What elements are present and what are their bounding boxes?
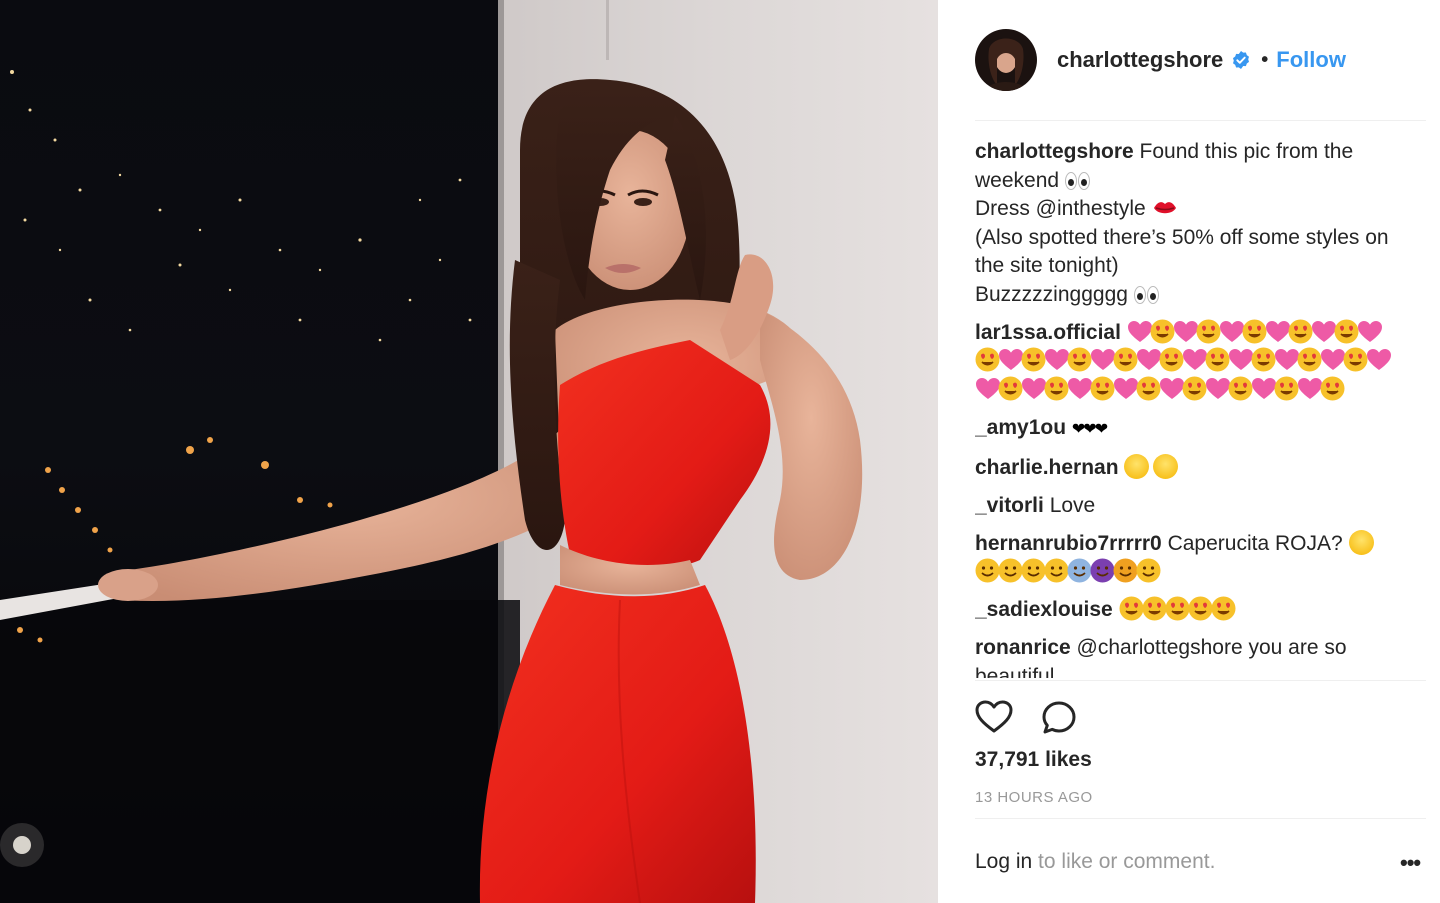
heart-eyes-emoji-row xyxy=(1119,596,1236,621)
comment-username[interactable]: hernanrubio7rrrrr0 xyxy=(975,532,1162,555)
caption-username[interactable]: charlottegshore xyxy=(975,140,1134,163)
comment-row: ronanrice @charlottegshore you are so be… xyxy=(975,634,1415,678)
eyes-emoji xyxy=(1133,284,1162,304)
kiss-lips-emoji xyxy=(1153,202,1176,214)
action-bar xyxy=(975,700,1077,734)
comment-username[interactable]: _vitorli xyxy=(975,494,1044,517)
login-prompt-text: to like or comment. xyxy=(1032,850,1216,873)
comment-username[interactable]: lar1ssa.official xyxy=(975,321,1121,344)
comment-icon[interactable] xyxy=(1041,700,1077,736)
caption: charlottegshore Found this pic from the … xyxy=(975,138,1415,309)
more-options-icon[interactable]: ••• xyxy=(1400,850,1421,876)
divider xyxy=(975,120,1426,121)
comment-username[interactable]: _amy1ou xyxy=(975,416,1066,439)
comment-username[interactable]: ronanrice xyxy=(975,636,1071,659)
divider xyxy=(975,680,1426,681)
login-link[interactable]: Log in xyxy=(975,850,1032,873)
post-header: charlottegshore • Follow xyxy=(975,28,1425,92)
like-count[interactable]: 37,791 likes xyxy=(975,748,1092,772)
follow-button[interactable]: Follow xyxy=(1276,47,1346,73)
comment-username[interactable]: charlie.hernan xyxy=(975,456,1119,479)
laughing-emoji xyxy=(1348,529,1374,555)
comment-text: ❤❤❤ xyxy=(1071,420,1108,438)
author-username[interactable]: charlottegshore xyxy=(1057,47,1223,73)
comment-text: Caperucita ROJA? xyxy=(1167,531,1343,555)
post-view: charlottegshore • Follow charlottegshore… xyxy=(0,0,1440,903)
comment-row: charlie.hernan xyxy=(975,453,1415,483)
caption-dress-line: Dress @inthestyle xyxy=(975,197,1146,220)
comments-list[interactable]: charlottegshore Found this pic from the … xyxy=(975,138,1415,678)
caption-buzz-line: Buzzzzzinggggg xyxy=(975,282,1128,306)
login-prompt: Log in to like or comment. xyxy=(975,850,1215,874)
comment-row: _amy1ou ❤❤❤ xyxy=(975,414,1415,445)
caption-sale-line: (Also spotted there’s 50% off some style… xyxy=(975,225,1389,278)
emoji-row xyxy=(975,558,1415,587)
avatar[interactable] xyxy=(975,29,1037,91)
comment-row: hernanrubio7rrrrr0 Caperucita ROJA? xyxy=(975,529,1415,587)
post-sidebar: charlottegshore • Follow charlottegshore… xyxy=(938,0,1440,903)
verified-badge-icon xyxy=(1233,51,1250,69)
comment-row: _sadiexlouise xyxy=(975,596,1415,625)
eyes-emoji xyxy=(1064,170,1093,190)
weary-face-emoji xyxy=(1124,453,1150,479)
comment-row: _vitorli Love xyxy=(975,492,1415,521)
separator-dot: • xyxy=(1261,48,1269,71)
post-photo[interactable] xyxy=(0,0,938,903)
heart-eyes-cat-emoji xyxy=(1153,453,1179,479)
post-timestamp: 13 HOURS AGO xyxy=(975,789,1093,806)
comment-text: Love xyxy=(1049,493,1096,517)
comment-row: lar1ssa.official xyxy=(975,319,1415,405)
comment-username[interactable]: _sadiexlouise xyxy=(975,598,1113,621)
divider xyxy=(975,818,1426,819)
heart-icon[interactable] xyxy=(975,700,1013,734)
